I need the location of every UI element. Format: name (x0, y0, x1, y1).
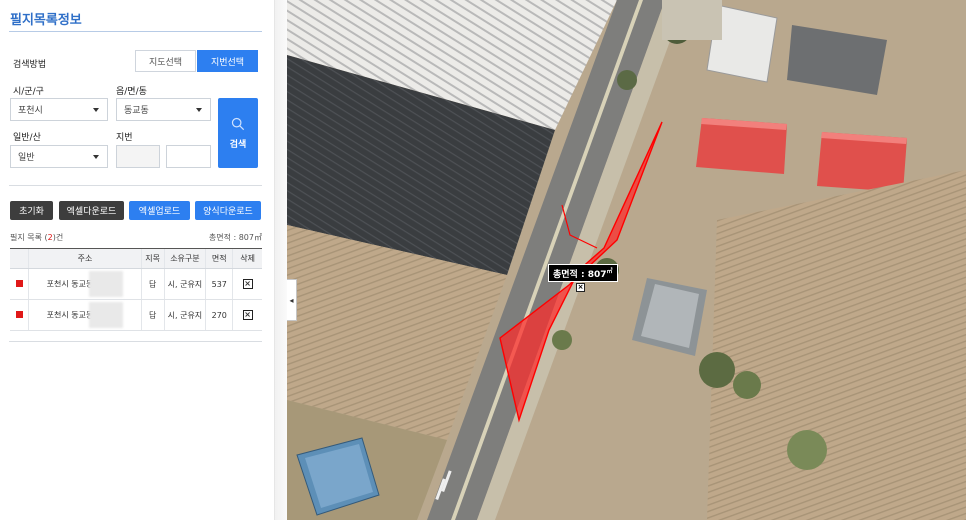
sigungu-label: 시/군/구 (13, 87, 44, 97)
table-row[interactable]: 포천시 동교동 답 시, 군유지 270 × (10, 299, 262, 331)
owner-cell: 시, 군유지 (163, 268, 206, 300)
aerial-imagery (287, 0, 966, 520)
area-tooltip-text: 총면적 : 807 (553, 270, 607, 280)
area-cell: 270 (205, 299, 233, 331)
address-text: 포천시 동교동 (46, 279, 94, 289)
close-icon[interactable]: × (576, 283, 585, 292)
excel-upload-button[interactable]: 엑셀업로드 (129, 201, 190, 220)
panel-edge (274, 0, 287, 520)
form-download-button[interactable]: 양식다운로드 (195, 201, 261, 220)
table-row[interactable]: 포천시 동교동 답 시, 군유지 537 × (10, 268, 262, 300)
tab-lot-select[interactable]: 지번선택 (197, 50, 258, 72)
redacted-lot-number (89, 271, 124, 297)
collapse-panel-handle[interactable]: ◂ (287, 279, 297, 321)
area-cell: 537 (205, 268, 233, 300)
reset-button[interactable]: 초기화 (10, 201, 53, 220)
parcel-table: 주소 지목 소유구분 면적 삭제 포천시 동교동 답 시, 군유지 537 × … (10, 248, 262, 331)
table-header-row: 주소 지목 소유구분 면적 삭제 (10, 248, 262, 269)
ilban-san-select[interactable]: 일반 (10, 145, 108, 168)
area-column-header: 면적 (205, 248, 233, 269)
search-button-label: 검색 (229, 139, 247, 150)
color-column-header (10, 248, 29, 269)
parcel-count: 필지 목록 (2)건 (10, 232, 63, 243)
parcel-color-cell (10, 268, 29, 300)
address-column-header: 주소 (28, 248, 142, 269)
area-tooltip: 총면적 : 807㎡ (548, 264, 618, 282)
jibun-main-input[interactable] (116, 145, 160, 168)
ilban-san-label: 일반/산 (13, 133, 41, 143)
table-divider (9, 341, 262, 342)
search-icon (231, 117, 245, 130)
owner-column-header: 소유구분 (163, 248, 206, 269)
parcel-list-panel: 필지목록정보 검색방법 지도선택 지번선택 시/군/구 읍/면/동 포천시 동교… (0, 0, 274, 520)
delete-row-icon[interactable]: × (242, 279, 253, 289)
parcel-count-prefix: 필지 목록 ( (10, 233, 48, 242)
address-cell: 포천시 동교동 (28, 268, 142, 300)
excel-download-button[interactable]: 엑셀다운로드 (59, 201, 124, 220)
chevron-down-icon (196, 108, 202, 112)
panel-title: 필지목록정보 (10, 13, 82, 28)
delete-row-icon[interactable]: × (242, 310, 253, 320)
delete-column-header: 삭제 (232, 248, 262, 269)
owner-cell: 시, 군유지 (163, 299, 206, 331)
jimok-cell: 답 (140, 268, 165, 300)
eupmyeon-select[interactable]: 동교동 (116, 98, 211, 121)
jimok-cell: 답 (140, 299, 165, 331)
address-cell: 포천시 동교동 (28, 299, 142, 331)
parcel-count-suffix: )건 (52, 233, 64, 242)
jimok-column-header: 지목 (140, 248, 165, 269)
jibun-label: 지번 (116, 133, 133, 143)
title-divider (9, 31, 262, 32)
redacted-lot-number (89, 302, 124, 328)
area-tooltip-unit: ㎡ (606, 268, 613, 275)
chevron-left-icon: ◂ (289, 295, 294, 305)
sigungu-value: 포천시 (18, 106, 43, 116)
aerial-map[interactable] (287, 0, 966, 520)
eupmyeon-value: 동교동 (124, 106, 149, 116)
total-area: 총면적 : 807㎡ (208, 233, 262, 242)
parcel-color-swatch (15, 310, 23, 318)
address-text: 포천시 동교동 (46, 310, 94, 320)
chevron-down-icon (93, 155, 99, 159)
chevron-down-icon (93, 108, 99, 112)
eupmyeon-label: 읍/면/동 (116, 87, 147, 97)
parcel-color-cell (10, 299, 29, 331)
sigungu-select[interactable]: 포천시 (10, 98, 108, 121)
parcel-color-swatch (15, 279, 23, 287)
delete-cell: × (232, 299, 262, 331)
search-button[interactable]: 검색 (218, 98, 258, 168)
delete-cell: × (232, 268, 262, 300)
search-method-label: 검색방법 (13, 60, 47, 70)
jibun-sub-input[interactable] (166, 145, 211, 168)
ilban-san-value: 일반 (18, 153, 35, 163)
section-divider (9, 185, 262, 186)
tab-map-select[interactable]: 지도선택 (135, 50, 196, 72)
